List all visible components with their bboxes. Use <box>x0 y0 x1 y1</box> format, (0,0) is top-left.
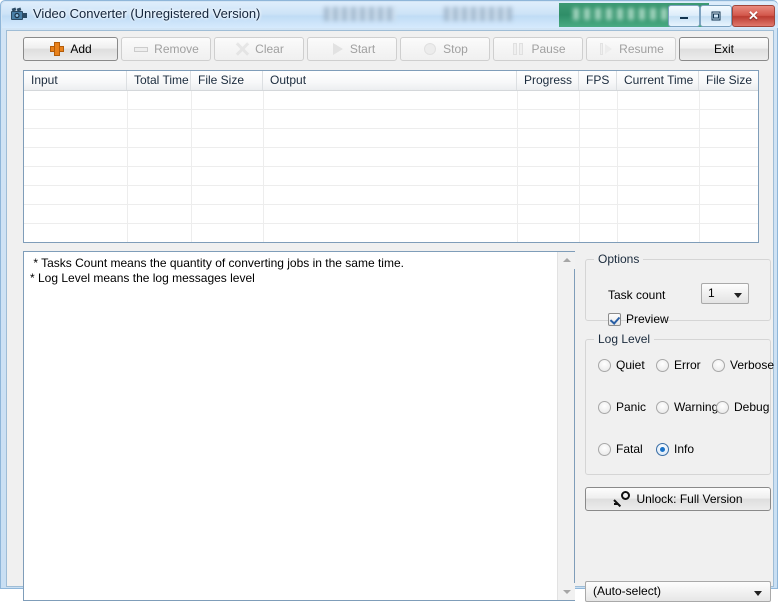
key-icon <box>613 491 631 507</box>
radio-fatal[interactable]: Fatal <box>598 442 643 456</box>
table-row[interactable] <box>24 110 758 129</box>
radio-icon <box>712 358 725 372</box>
table-row[interactable] <box>24 167 758 186</box>
redacted-title-region-2 <box>444 7 512 21</box>
scroll-down-icon[interactable] <box>558 583 575 600</box>
list-header: Input Total Time File Size Output Progre… <box>24 71 758 91</box>
conversion-list[interactable]: Input Total Time File Size Output Progre… <box>23 70 759 243</box>
column-header-total-time[interactable]: Total Time <box>127 71 191 90</box>
task-count-select[interactable]: 1 <box>701 283 749 304</box>
options-group: Options Task count 1 Preview <box>585 252 771 326</box>
radio-icon <box>598 400 611 414</box>
column-divider <box>579 91 580 242</box>
table-row[interactable] <box>24 205 758 224</box>
log-line-2: * Log Level means the log messages level <box>30 271 255 285</box>
client-area: Add Remove Clear Start Stop Pause Resume… <box>6 30 774 602</box>
camera-icon <box>10 6 28 24</box>
list-body[interactable] <box>24 91 758 242</box>
preview-checkbox[interactable]: Preview <box>608 312 669 326</box>
exit-button[interactable]: Exit <box>679 37 769 61</box>
unlock-label: Unlock: Full Version <box>636 492 743 506</box>
radio-error[interactable]: Error <box>656 358 701 372</box>
pause-button[interactable]: Pause <box>493 37 583 61</box>
task-count-value: 1 <box>708 286 715 300</box>
radio-icon <box>598 358 611 372</box>
minus-icon <box>133 41 149 57</box>
column-header-file-size-out[interactable]: File Size <box>699 71 758 90</box>
radio-verbose[interactable]: Verbose <box>712 358 774 372</box>
log-scrollbar[interactable] <box>557 252 575 600</box>
play-icon <box>329 41 345 57</box>
stop-button[interactable]: Stop <box>400 37 490 61</box>
table-row[interactable] <box>24 129 758 148</box>
resume-button[interactable]: Resume <box>586 37 676 61</box>
remove-button[interactable]: Remove <box>121 37 211 61</box>
device-select-value: (Auto-select) <box>593 584 662 598</box>
scroll-up-icon[interactable] <box>558 252 575 269</box>
log-level-group: Log Level Quiet Error Verbose Panic Warn… <box>585 332 774 475</box>
device-select[interactable]: (Auto-select) <box>585 581 771 602</box>
column-divider <box>263 91 264 242</box>
title-bar[interactable]: Video Converter (Unregistered Version) ✕ <box>2 2 778 28</box>
column-header-current-time[interactable]: Current Time <box>617 71 699 90</box>
table-row[interactable] <box>24 91 758 110</box>
column-divider <box>191 91 192 242</box>
plus-icon <box>49 41 65 57</box>
radio-icon <box>656 358 669 372</box>
log-text: * Tasks Count means the quantity of conv… <box>30 256 550 286</box>
unlock-full-version-button[interactable]: Unlock: Full Version <box>585 487 771 511</box>
column-header-input[interactable]: Input <box>24 71 127 90</box>
table-row[interactable] <box>24 186 758 205</box>
pause-icon <box>510 41 526 57</box>
preview-label: Preview <box>626 312 669 326</box>
radio-icon <box>716 400 729 414</box>
minimize-icon <box>669 6 699 26</box>
radio-icon <box>656 400 669 414</box>
column-divider <box>699 91 700 242</box>
task-count-label: Task count <box>608 288 666 302</box>
maximize-button[interactable] <box>700 5 732 27</box>
cross-icon <box>234 41 250 57</box>
options-group-label: Options <box>594 252 644 266</box>
radio-info[interactable]: Info <box>656 442 694 456</box>
close-button[interactable]: ✕ <box>732 5 775 27</box>
column-header-output[interactable]: Output <box>263 71 517 90</box>
minimize-button[interactable] <box>668 5 700 27</box>
radio-quiet[interactable]: Quiet <box>598 358 645 372</box>
column-divider <box>617 91 618 242</box>
start-button[interactable]: Start <box>307 37 397 61</box>
circle-icon <box>422 41 438 57</box>
resume-icon <box>598 41 614 57</box>
checkbox-icon <box>608 312 621 326</box>
radio-warning[interactable]: Warning <box>656 400 718 414</box>
column-header-file-size[interactable]: File Size <box>191 71 263 90</box>
chevron-down-icon <box>754 591 762 596</box>
column-divider <box>127 91 128 242</box>
window-title: Video Converter (Unregistered Version) <box>33 6 261 21</box>
log-line-1: * Tasks Count means the quantity of conv… <box>30 256 404 270</box>
close-icon: ✕ <box>748 8 759 23</box>
radio-debug[interactable]: Debug <box>716 400 769 414</box>
table-row[interactable] <box>24 148 758 167</box>
redacted-title-region-1 <box>324 7 396 21</box>
maximize-icon <box>701 6 731 26</box>
column-header-fps[interactable]: FPS <box>579 71 617 90</box>
radio-icon <box>598 442 611 456</box>
radio-icon-selected <box>656 442 669 456</box>
radio-panic[interactable]: Panic <box>598 400 646 414</box>
column-header-progress[interactable]: Progress <box>517 71 579 90</box>
application-window: Video Converter (Unregistered Version) ✕ <box>0 0 778 602</box>
column-divider <box>517 91 518 242</box>
chevron-down-icon <box>734 293 742 298</box>
right-panel: Options Task count 1 Preview Log Level Q… <box>581 249 774 602</box>
log-level-group-label: Log Level <box>594 332 655 346</box>
clear-button[interactable]: Clear <box>214 37 304 61</box>
toolbar: Add Remove Clear Start Stop Pause Resume… <box>7 31 773 65</box>
add-button[interactable]: Add <box>23 37 118 61</box>
log-panel[interactable]: * Tasks Count means the quantity of conv… <box>23 251 575 601</box>
